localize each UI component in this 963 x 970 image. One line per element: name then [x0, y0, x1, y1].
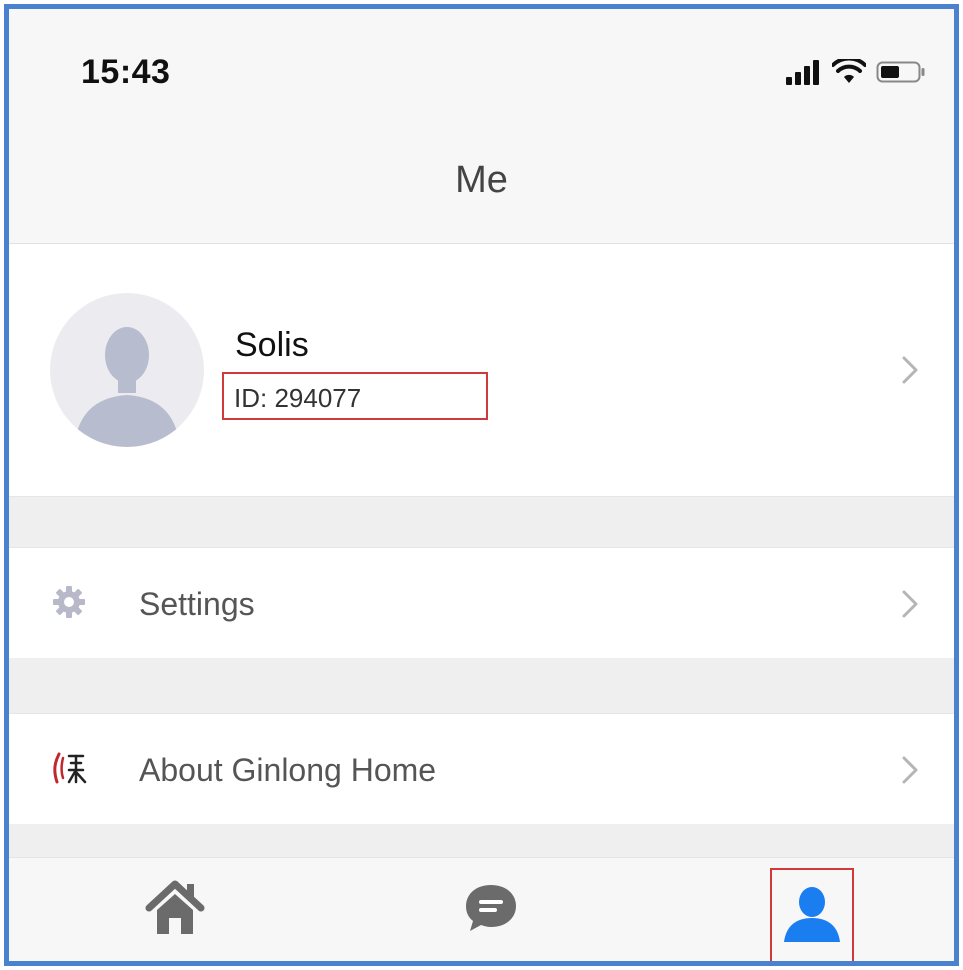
- section-gap: [9, 824, 954, 857]
- ginlong-logo-icon: [53, 752, 87, 784]
- gear-icon: [53, 586, 85, 618]
- avatar: [50, 293, 204, 447]
- chevron-right-icon: [902, 590, 918, 618]
- about-label: About Ginlong Home: [139, 752, 437, 788]
- menu-item-settings[interactable]: Settings: [9, 547, 954, 659]
- status-bar: 15:43: [9, 9, 954, 129]
- profile-id: ID: 294077: [234, 383, 362, 413]
- status-time: 15:43: [81, 53, 171, 91]
- tab-home[interactable]: [133, 866, 217, 950]
- wifi-icon: [832, 59, 866, 83]
- settings-label: Settings: [139, 586, 255, 622]
- chevron-right-icon: [902, 356, 918, 384]
- status-icons: [786, 59, 926, 85]
- home-icon: [145, 880, 205, 934]
- phone-screen: 15:43 Me Solis ID: 294077 Settings About…: [4, 4, 959, 966]
- navigation-bar: Me: [9, 129, 954, 244]
- page-title: Me: [455, 159, 508, 201]
- section-gap: [9, 658, 954, 713]
- tab-me[interactable]: [770, 872, 854, 956]
- cellular-signal-icon: [786, 60, 819, 85]
- profile-name: Solis: [235, 326, 309, 364]
- profile-card[interactable]: Solis ID: 294077: [9, 244, 954, 497]
- section-gap: [9, 497, 954, 547]
- chevron-right-icon: [902, 756, 918, 784]
- person-silhouette-icon: [74, 327, 180, 447]
- message-icon: [466, 885, 516, 931]
- battery-icon: [876, 61, 925, 83]
- tab-bar: [9, 857, 954, 961]
- profile-id-highlight: ID: 294077: [222, 372, 488, 420]
- user-icon: [784, 887, 840, 942]
- tab-messages[interactable]: [449, 866, 533, 950]
- menu-item-about[interactable]: About Ginlong Home: [9, 713, 954, 825]
